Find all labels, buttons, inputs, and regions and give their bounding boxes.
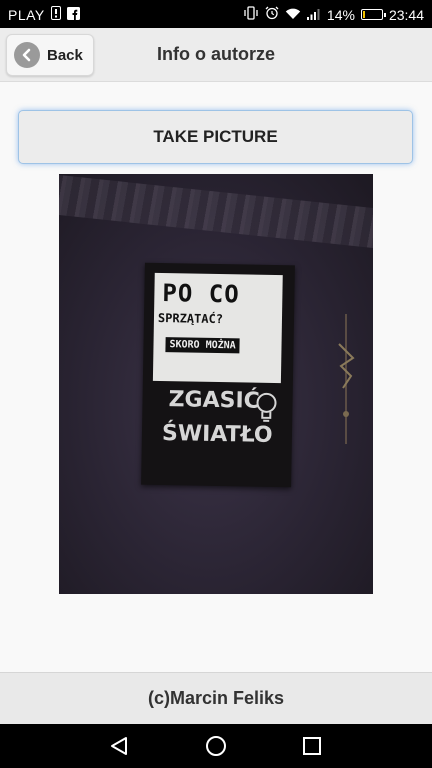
lightbulb-icon [256,392,277,422]
status-bar: PLAY 14% 23:44 [0,0,432,28]
captured-photo: PO CO SPRZĄTAĆ? SKORO MOŻNA ZGASIĆ ŚWIAT… [59,174,373,594]
wifi-icon [285,7,301,23]
carrier-label: PLAY [8,6,45,23]
poster-text-line2: SPRZĄTAĆ? [157,310,224,327]
poster-text-line5: ŚWIATŁO [161,421,273,448]
take-picture-button[interactable]: TAKE PICTURE [18,110,413,164]
signal-icon [306,7,321,23]
battery-fill [362,11,365,18]
footer-credit: (c)Marcin Feliks [0,672,432,724]
hanging-decoration [338,314,355,444]
app-header: Back Info o autorze [0,28,432,82]
facebook-icon [66,6,80,23]
alarm-icon [265,6,279,23]
recents-square-icon[interactable] [300,734,324,758]
battery-percent: 14% [326,6,355,23]
poster-text-line3: SKORO MOŻNA [165,337,240,354]
battery-icon [360,9,386,20]
home-circle-icon[interactable] [204,734,228,758]
poster-text-line4: ZGASIĆ [168,387,260,414]
clock: 23:44 [388,6,424,23]
poster-text-line1: PO CO [162,279,240,309]
back-triangle-icon[interactable] [108,734,132,758]
poster: PO CO SPRZĄTAĆ? SKORO MOŻNA ZGASIĆ ŚWIAT… [141,262,295,488]
vibrate-icon [243,6,259,23]
wallpaper-border [59,174,373,250]
page-title: Info o autorze [157,44,275,64]
alert-icon [50,6,61,23]
system-nav-bar [0,724,432,768]
